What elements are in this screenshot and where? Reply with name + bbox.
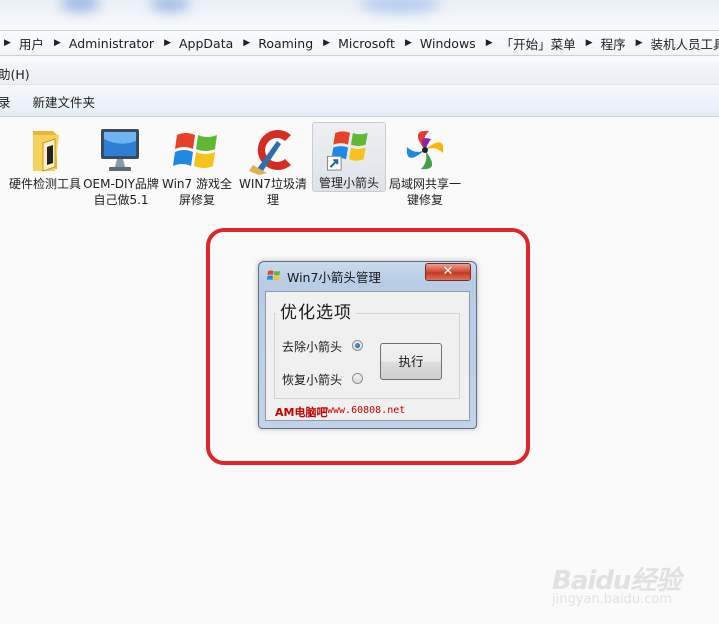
breadcrumb-programs[interactable]: ▶ 程序: [576, 32, 626, 54]
address-bar[interactable]: ▶ 用户 ▶ Administrator ▶ AppData ▶ Roaming ▶ Mi…: [0, 30, 719, 56]
file-item-manage-shortcut-arrow[interactable]: 管理小箭头: [312, 122, 386, 192]
network-share-icon: [406, 130, 444, 170]
footer-url[interactable]: www.60808.net: [327, 405, 405, 416]
top-blurred-band: [0, 0, 719, 30]
file-item-win7-fullscreen-fix[interactable]: Win7 游戏全屏修复: [160, 122, 234, 226]
windows-flag-icon: [173, 133, 217, 168]
chevron-right-icon: ▶: [485, 38, 493, 48]
file-label: WIN7垃圾清理: [238, 177, 308, 207]
folder-icon: [33, 131, 59, 172]
menu-bar: 助(H): [0, 62, 719, 85]
breadcrumb-label: 装机人员工具: [650, 36, 719, 52]
breadcrumb-installer-tools[interactable]: ▶ 装机人员工具: [626, 32, 719, 54]
execute-button[interactable]: 执行: [380, 343, 442, 380]
breadcrumb-microsoft[interactable]: ▶ Microsoft: [313, 32, 395, 54]
breadcrumb-label: 用户: [18, 36, 44, 52]
breadcrumb-label: 程序: [600, 36, 626, 52]
file-item-win7-cleaner[interactable]: WIN7垃圾清理: [236, 122, 310, 226]
dialog-client-area: 优化选项 去除小箭头 恢复小箭头 执行 AM电脑吧 www.60808.net: [265, 291, 470, 421]
chevron-right-icon: ▶: [164, 38, 171, 48]
file-item-lan-share-fix[interactable]: 局域网共享一键修复: [388, 122, 462, 226]
chevron-right-icon: ▶: [404, 38, 412, 48]
breadcrumb-label: 「开始」菜单: [500, 36, 576, 52]
breadcrumb-label: Microsoft: [338, 35, 395, 51]
breadcrumb-users[interactable]: ▶ 用户: [0, 32, 44, 54]
file-label: 管理小箭头: [318, 176, 379, 190]
new-folder-button[interactable]: 新建文件夹: [33, 92, 96, 111]
restore-arrow-label[interactable]: 恢复小箭头: [282, 371, 342, 388]
breadcrumb-label: AppData: [179, 35, 234, 51]
chevron-right-icon: ▶: [585, 38, 593, 48]
chevron-right-icon: ▶: [323, 38, 331, 48]
blur-blob: [60, 0, 100, 12]
file-item-hardware-tools[interactable]: 硬件检测工具: [8, 122, 82, 226]
breadcrumb-administrator[interactable]: ▶ Administrator: [44, 32, 154, 54]
chevron-right-icon: ▶: [635, 38, 643, 48]
dialog-title: Win7小箭头管理: [287, 270, 381, 285]
options-group-title: 优化选项: [276, 298, 356, 323]
breadcrumb-start-menu[interactable]: ▶ 「开始」菜单: [476, 32, 576, 54]
footer-brand: AM电脑吧: [275, 406, 328, 419]
breadcrumb-label: Windows: [419, 35, 476, 51]
watermark-url: jingyan.baidu.com: [552, 592, 672, 607]
file-label: OEM-DIY品牌自己做5.1: [83, 177, 159, 207]
baidu-jingyan-watermark: Baidu经验 jingyan.baidu.com: [552, 556, 702, 612]
menu-item-help[interactable]: 助(H): [0, 64, 30, 83]
windows-logo-icon: [267, 270, 280, 281]
restore-arrow-radio[interactable]: [352, 373, 363, 384]
chevron-right-icon: ▶: [243, 38, 251, 48]
toolbar-item-burn[interactable]: 录: [0, 92, 11, 111]
breadcrumb-label: Roaming: [258, 35, 314, 51]
breadcrumb-appdata[interactable]: ▶ AppData: [154, 32, 233, 54]
blur-blob: [360, 0, 440, 14]
chevron-right-icon: ▶: [53, 38, 61, 48]
close-icon: ✕: [442, 264, 454, 279]
ccleaner-icon: [249, 130, 291, 175]
file-item-oem-diy[interactable]: OEM-DIY品牌自己做5.1: [83, 122, 159, 226]
remove-arrow-radio[interactable]: [352, 340, 363, 351]
breadcrumb-roaming[interactable]: ▶ Roaming: [233, 32, 313, 54]
file-label: Win7 游戏全屏修复: [162, 177, 232, 207]
blur-blob: [150, 0, 190, 12]
monitor-icon: [101, 129, 139, 171]
windows-shortcut-icon: [326, 131, 368, 171]
file-label: 硬件检测工具: [8, 177, 81, 191]
close-button[interactable]: ✕: [425, 263, 471, 281]
file-label: 局域网共享一键修复: [388, 177, 461, 207]
chevron-right-icon: ▶: [4, 38, 11, 48]
breadcrumb-label: Administrator: [68, 35, 155, 51]
breadcrumb-windows[interactable]: ▶ Windows: [395, 32, 476, 54]
remove-arrow-label[interactable]: 去除小箭头: [282, 338, 342, 355]
command-toolbar: 录 新建文件夹: [0, 86, 719, 117]
dialog-window[interactable]: Win7小箭头管理 ✕ 优化选项 去除小箭头 恢复小箭头 执行 AM电脑吧 ww…: [258, 261, 477, 429]
